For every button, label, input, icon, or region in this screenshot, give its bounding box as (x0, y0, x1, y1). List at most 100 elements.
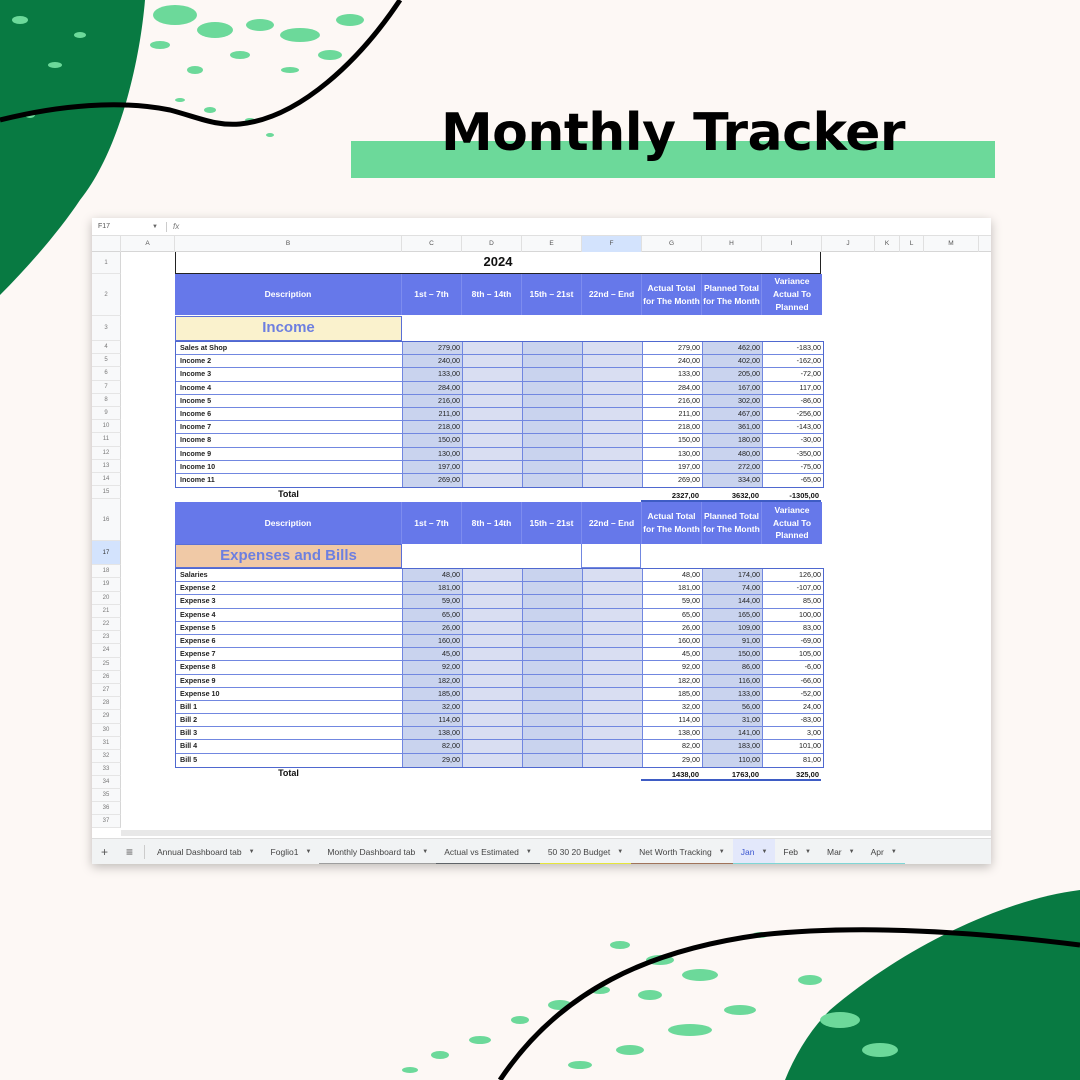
planned-cell[interactable]: 144,00 (703, 595, 763, 608)
actual-cell[interactable]: 218,00 (643, 421, 703, 434)
row-header-7[interactable]: 7 (92, 380, 121, 394)
week4-cell[interactable] (583, 674, 643, 687)
week2-cell[interactable] (463, 460, 523, 473)
week2-cell[interactable] (463, 421, 523, 434)
variance-cell[interactable]: 3,00 (763, 727, 823, 740)
name-box-dropdown-icon[interactable]: ▼ (152, 224, 164, 230)
tab-dropdown-icon[interactable]: ▼ (305, 849, 311, 855)
actual-cell[interactable]: 211,00 (643, 407, 703, 421)
row-header-30[interactable]: 30 (92, 723, 121, 737)
week1-cell[interactable]: 240,00 (403, 355, 463, 368)
actual-cell[interactable]: 216,00 (643, 394, 703, 407)
actual-cell[interactable]: 138,00 (643, 727, 703, 740)
column-header-j[interactable]: J (822, 236, 875, 252)
planned-cell[interactable]: 110,00 (703, 753, 763, 767)
week2-cell[interactable] (463, 621, 523, 634)
week1-cell[interactable]: 138,00 (403, 727, 463, 740)
row-header-22[interactable]: 22 (92, 618, 121, 632)
actual-cell[interactable]: 48,00 (643, 569, 703, 582)
row-header-5[interactable]: 5 (92, 354, 121, 368)
planned-cell[interactable]: 116,00 (703, 674, 763, 687)
planned-cell[interactable]: 174,00 (703, 569, 763, 582)
row-header-11[interactable]: 11 (92, 433, 121, 447)
row-header-1[interactable]: 1 (92, 252, 121, 274)
week3-cell[interactable] (523, 342, 583, 355)
week4-cell[interactable] (583, 727, 643, 740)
week3-cell[interactable] (523, 421, 583, 434)
week1-cell[interactable]: 160,00 (403, 634, 463, 648)
row-header-27[interactable]: 27 (92, 684, 121, 698)
header-week2[interactable]: 8th – 14th (462, 502, 522, 544)
description-cell[interactable]: Income 3 (176, 368, 403, 381)
actual-cell[interactable]: 284,00 (643, 381, 703, 394)
horizontal-scrollbar[interactable] (121, 830, 991, 836)
planned-cell[interactable]: 205,00 (703, 368, 763, 381)
actual-cell[interactable]: 130,00 (643, 447, 703, 460)
description-cell[interactable]: Expense 9 (176, 674, 403, 687)
header-planned[interactable]: Planned Total for The Month (702, 274, 762, 315)
week2-cell[interactable] (463, 407, 523, 421)
variance-cell[interactable]: -66,00 (763, 674, 823, 687)
week4-cell[interactable] (583, 368, 643, 381)
variance-cell[interactable]: -6,00 (763, 661, 823, 674)
week3-cell[interactable] (523, 700, 583, 714)
variance-cell[interactable]: -69,00 (763, 634, 823, 648)
variance-cell[interactable]: 100,00 (763, 608, 823, 621)
week2-cell[interactable] (463, 569, 523, 582)
week3-cell[interactable] (523, 661, 583, 674)
week1-cell[interactable]: 269,00 (403, 473, 463, 488)
actual-cell[interactable]: 182,00 (643, 674, 703, 687)
week1-cell[interactable]: 65,00 (403, 608, 463, 621)
actual-cell[interactable]: 45,00 (643, 648, 703, 661)
row-header-24[interactable]: 24 (92, 644, 121, 658)
column-header-f[interactable]: F (582, 236, 642, 252)
variance-cell[interactable]: -143,00 (763, 421, 823, 434)
tab-dropdown-icon[interactable]: ▼ (805, 849, 811, 855)
description-cell[interactable]: Income 5 (176, 394, 403, 407)
week1-cell[interactable]: 211,00 (403, 407, 463, 421)
planned-cell[interactable]: 141,00 (703, 727, 763, 740)
week2-cell[interactable] (463, 394, 523, 407)
planned-cell[interactable]: 109,00 (703, 621, 763, 634)
week2-cell[interactable] (463, 700, 523, 714)
variance-cell[interactable]: 83,00 (763, 621, 823, 634)
column-header-g[interactable]: G (642, 236, 702, 252)
header-actual[interactable]: Actual Total for The Month (642, 502, 702, 544)
row-header-31[interactable]: 31 (92, 736, 121, 750)
planned-cell[interactable]: 480,00 (703, 447, 763, 460)
row-header-21[interactable]: 21 (92, 604, 121, 618)
week2-cell[interactable] (463, 473, 523, 488)
variance-cell[interactable]: -183,00 (763, 342, 823, 355)
row-header-28[interactable]: 28 (92, 697, 121, 711)
description-cell[interactable]: Expense 2 (176, 582, 403, 595)
sheet-tab-jan[interactable]: Jan ▼ (732, 838, 776, 864)
week3-cell[interactable] (523, 648, 583, 661)
week4-cell[interactable] (583, 753, 643, 767)
description-cell[interactable]: Sales at Shop (176, 342, 403, 355)
week3-cell[interactable] (523, 740, 583, 753)
planned-cell[interactable]: 56,00 (703, 700, 763, 714)
week1-cell[interactable]: 197,00 (403, 460, 463, 473)
week1-cell[interactable]: 284,00 (403, 381, 463, 394)
row-header-23[interactable]: 23 (92, 631, 121, 645)
row-header-19[interactable]: 19 (92, 578, 121, 592)
variance-cell[interactable]: -256,00 (763, 407, 823, 421)
week1-cell[interactable]: 114,00 (403, 714, 463, 727)
add-sheet-icon[interactable]: + (92, 845, 117, 859)
planned-cell[interactable]: 86,00 (703, 661, 763, 674)
column-header-h[interactable]: H (702, 236, 762, 252)
header-week3[interactable]: 15th – 21st (522, 502, 582, 544)
header-variance[interactable]: Variance Actual To Planned (762, 502, 822, 544)
row-header-12[interactable]: 12 (92, 446, 121, 460)
week3-cell[interactable] (523, 460, 583, 473)
column-header-b[interactable]: B (175, 236, 402, 252)
week3-cell[interactable] (523, 394, 583, 407)
column-header-k[interactable]: K (875, 236, 900, 252)
variance-cell[interactable]: 105,00 (763, 648, 823, 661)
column-header-d[interactable]: D (462, 236, 522, 252)
week3-cell[interactable] (523, 355, 583, 368)
week2-cell[interactable] (463, 434, 523, 447)
income-total-planned[interactable]: 3632,00 (701, 491, 761, 500)
header-actual[interactable]: Actual Total for The Month (642, 274, 702, 315)
row-header-4[interactable]: 4 (92, 341, 121, 355)
